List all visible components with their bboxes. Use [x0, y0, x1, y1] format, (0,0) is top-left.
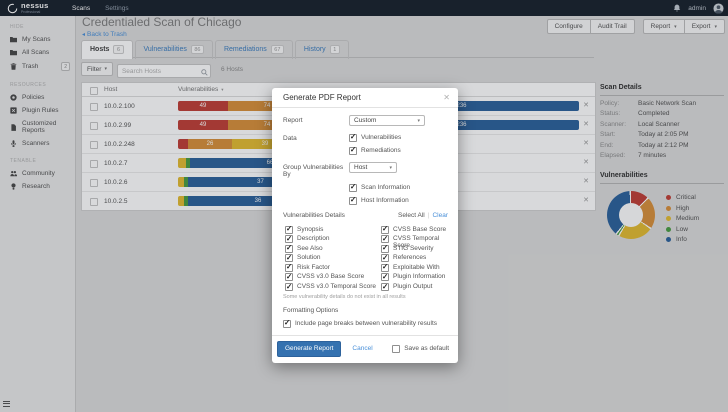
detail-option[interactable]: Exploitable With: [381, 263, 448, 273]
checkbox-label: Synopsis: [297, 225, 323, 233]
detail-option[interactable]: CVSS v3.0 Base Score: [285, 273, 381, 283]
detail-option[interactable]: CVSS v3.0 Temporal Score: [285, 283, 381, 293]
checkbox[interactable]: [349, 147, 357, 155]
detail-option[interactable]: STIG Severity: [381, 244, 448, 254]
chevron-down-icon: ▾: [389, 165, 392, 171]
checkbox[interactable]: [381, 273, 389, 281]
checkbox[interactable]: [285, 264, 293, 272]
detail-option[interactable]: CVSS Base Score: [381, 225, 448, 235]
group-vulnerabilities-by-label: Group Vulnerabilities By: [283, 162, 349, 178]
detail-option[interactable]: Description: [285, 235, 381, 245]
detail-option[interactable]: Risk Factor: [285, 263, 381, 273]
report-type-select[interactable]: Custom ▾: [349, 115, 425, 126]
data-option[interactable]: Vulnerabilities: [349, 133, 401, 142]
generate-pdf-report-modal: Generate PDF Report ✕ Report Custom ▾ Da…: [272, 88, 458, 363]
checkbox-label: Include page breaks between vulnerabilit…: [295, 319, 437, 327]
nessus-app: nessus Professional Scans Settings admin…: [0, 0, 728, 412]
checkbox[interactable]: [381, 283, 389, 291]
checkbox[interactable]: [285, 283, 293, 291]
detail-option[interactable]: Plugin Information: [381, 273, 448, 283]
checkbox-label: Risk Factor: [297, 263, 330, 271]
checkbox[interactable]: [381, 264, 389, 272]
checkbox[interactable]: [381, 254, 389, 262]
checkbox[interactable]: [285, 226, 293, 234]
report-label: Report: [283, 115, 349, 126]
generate-report-button[interactable]: Generate Report: [277, 341, 341, 357]
link-separator: |: [428, 212, 430, 219]
checkbox-label: See Also: [297, 244, 323, 252]
checkbox-label: Plugin Information: [393, 273, 445, 281]
detail-option[interactable]: Plugin Output: [381, 283, 448, 293]
checkbox-label: CVSS Base Score: [393, 225, 446, 233]
checkbox-label: STIG Severity: [393, 244, 433, 252]
checkbox[interactable]: [285, 235, 293, 243]
checkbox-label: Vulnerabilities: [361, 133, 401, 141]
chevron-down-icon: ▾: [417, 118, 420, 124]
group-by-select[interactable]: Host ▾: [349, 162, 397, 173]
data-label: Data: [283, 133, 349, 159]
close-icon[interactable]: ✕: [443, 94, 450, 102]
checkbox-label: CVSS v3.0 Base Score: [297, 273, 364, 281]
checkbox[interactable]: [285, 254, 293, 262]
detail-option[interactable]: See Also: [285, 244, 381, 254]
checkbox[interactable]: [349, 184, 357, 192]
checkbox-label: Plugin Output: [393, 283, 432, 291]
cancel-link[interactable]: Cancel: [352, 345, 372, 352]
save-as-default-option[interactable]: Save as default: [392, 344, 449, 353]
checkbox-label: Exploitable With: [393, 263, 440, 271]
detail-option[interactable]: References: [381, 254, 448, 264]
checkbox-label: Solution: [297, 254, 321, 262]
detail-option[interactable]: Solution: [285, 254, 381, 264]
data-option[interactable]: Remediations: [349, 146, 401, 155]
checkbox-label: Remediations: [361, 146, 401, 154]
detail-option[interactable]: CVSS Temporal Score: [381, 235, 448, 245]
checkbox[interactable]: [349, 134, 357, 142]
detail-option[interactable]: Synopsis: [285, 225, 381, 235]
select-all-link[interactable]: Select All: [398, 212, 425, 219]
checkbox[interactable]: [381, 245, 389, 253]
formatting-options-label: Formatting Options: [283, 307, 448, 314]
clear-link[interactable]: Clear: [432, 212, 448, 219]
checkbox-label: Description: [297, 235, 330, 243]
checkbox[interactable]: [285, 273, 293, 281]
checkbox-label: CVSS v3.0 Temporal Score: [297, 283, 376, 291]
checkbox-label: Host Information: [361, 196, 409, 204]
checkbox[interactable]: [285, 245, 293, 253]
checkbox-label: Scan Information: [361, 183, 410, 191]
checkbox[interactable]: [349, 197, 357, 205]
checkbox[interactable]: [283, 320, 291, 328]
group-option[interactable]: Host Information: [349, 196, 410, 205]
checkbox[interactable]: [381, 235, 389, 243]
details-note: Some vulnerability details do not exist …: [283, 294, 448, 300]
checkbox-label: References: [393, 254, 426, 262]
modal-title: Generate PDF Report: [283, 93, 361, 102]
formatting-option[interactable]: Include page breaks between vulnerabilit…: [283, 319, 448, 328]
checkbox[interactable]: [381, 226, 389, 234]
save-as-default-checkbox[interactable]: [392, 345, 400, 353]
vulnerability-details-label: Vulnerabilities Details: [283, 212, 345, 219]
group-option[interactable]: Scan Information: [349, 183, 410, 192]
